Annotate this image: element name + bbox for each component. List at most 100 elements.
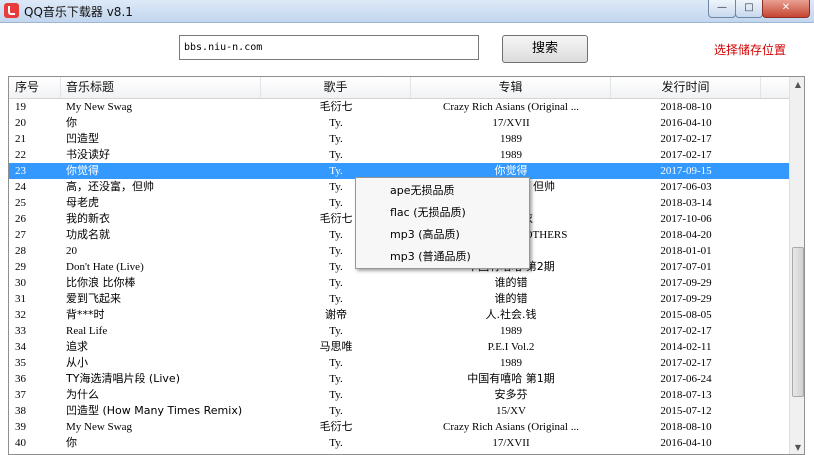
cell-artist: 毛衍七	[319, 100, 353, 113]
cell-artist: 谢帝	[325, 308, 347, 321]
cell-title: 功成名就	[66, 228, 110, 241]
cell-artist: Ty.	[329, 277, 343, 289]
cell-index: 37	[15, 389, 26, 401]
cell-album: 中国有嘻哈 第1期	[467, 372, 555, 385]
cell-index: 27	[15, 229, 26, 241]
cell-title: 20	[66, 245, 77, 257]
cell-title: 比你浪 比你棒	[66, 276, 136, 289]
cell-title: TY海选清唱片段 (Live)	[66, 372, 180, 385]
search-button[interactable]: 搜索	[502, 35, 588, 63]
cell-date: 2017-10-06	[660, 213, 712, 225]
table-row[interactable]: 40 你 Ty. 17/XVII 2016-04-10	[9, 435, 789, 451]
cell-album: Crazy Rich Asians (Original ...	[443, 101, 579, 113]
cell-date: 2017-02-17	[660, 325, 712, 337]
table-row[interactable]: 33 Real Life Ty. 1989 2017-02-17	[9, 323, 789, 339]
cell-date: 2018-08-10	[660, 101, 712, 113]
cell-index: 31	[15, 293, 26, 305]
cell-date: 2018-03-14	[660, 197, 712, 209]
cell-album: P.E.I Vol.2	[487, 341, 535, 353]
cell-artist: Ty.	[329, 373, 343, 385]
table-row[interactable]: 39 My New Swag 毛衍七 Crazy Rich Asians (Origi…	[9, 419, 789, 435]
cell-title: My New Swag	[66, 421, 132, 433]
table-row[interactable]: 35 从小 Ty. 1989 2017-02-17	[9, 355, 789, 371]
title-bar: QQ音乐下载器 v8.1 — □ ✕	[0, 0, 814, 23]
cell-title: My New Swag	[66, 101, 132, 113]
cell-index: 20	[15, 117, 26, 129]
cell-date: 2017-09-15	[660, 165, 712, 177]
close-button[interactable]: ✕	[762, 0, 810, 18]
cell-album: 17/XVII	[492, 117, 530, 129]
table-row[interactable]: 22 书没读好 Ty. 1989 2017-02-17	[9, 147, 789, 163]
cell-title: 你	[66, 436, 77, 449]
menu-item-mp3-normal[interactable]: mp3 (普通品质)	[390, 246, 471, 268]
cell-date: 2018-08-10	[660, 421, 712, 433]
table-row[interactable]: 20 你 Ty. 17/XVII 2016-04-10	[9, 115, 789, 131]
cell-index: 40	[15, 437, 26, 449]
cell-album: 15/XV	[496, 405, 526, 417]
table-row[interactable]: 31 爱到飞起来 Ty. 谁的错 2017-09-29	[9, 291, 789, 307]
column-header-index[interactable]: 序号	[9, 77, 61, 98]
table-row[interactable]: 30 比你浪 比你棒 Ty. 谁的错 2017-09-29	[9, 275, 789, 291]
cell-index: 21	[15, 133, 26, 145]
list-rows: 19 My New Swag 毛衍七 Crazy Rich Asians (Origi…	[9, 99, 789, 451]
cell-index: 32	[15, 309, 26, 321]
cell-album: 17/XVII	[492, 437, 530, 449]
app-window: QQ音乐下载器 v8.1 — □ ✕ bbs.niu-n.com 搜索 选择储存…	[0, 0, 814, 455]
scroll-down-icon[interactable]: ▼	[790, 440, 804, 454]
cell-date: 2017-09-29	[660, 277, 712, 289]
cell-title: 你	[66, 116, 77, 129]
table-row[interactable]: 21 凹造型 Ty. 1989 2017-02-17	[9, 131, 789, 147]
cell-date: 2017-06-24	[660, 373, 712, 385]
cell-date: 2018-07-13	[660, 389, 712, 401]
table-row[interactable]: 32 背***时 谢帝 人.社会.钱 2015-08-05	[9, 307, 789, 323]
cell-artist: Ty.	[329, 357, 343, 369]
column-header-title[interactable]: 音乐标题	[61, 77, 261, 98]
menu-item-mp3-high[interactable]: mp3 (高品质)	[390, 224, 460, 246]
cell-date: 2018-04-20	[660, 229, 712, 241]
table-row[interactable]: 36 TY海选清唱片段 (Live) Ty. 中国有嘻哈 第1期 2017-06-24	[9, 371, 789, 387]
table-row[interactable]: 38 凹造型 (How Many Times Remix) Ty. 15/XV 2015…	[9, 403, 789, 419]
minimize-button[interactable]: —	[708, 0, 736, 18]
cell-index: 29	[15, 261, 26, 273]
cell-artist: Ty.	[329, 149, 343, 161]
cell-index: 26	[15, 213, 26, 225]
scroll-thumb[interactable]	[792, 247, 804, 397]
cell-index: 22	[15, 149, 26, 161]
cell-index: 19	[15, 101, 26, 113]
cell-album: 谁的错	[494, 276, 528, 289]
table-row[interactable]: 34 追求 马思唯 P.E.I Vol.2 2014-02-11	[9, 339, 789, 355]
column-header-album[interactable]: 专辑	[411, 77, 611, 98]
maximize-button[interactable]: □	[735, 0, 763, 18]
column-header-artist[interactable]: 歌手	[261, 77, 411, 98]
music-app-icon	[4, 3, 19, 18]
cell-title: 爱到飞起来	[66, 292, 121, 305]
menu-item-flac[interactable]: flac (无损品质)	[390, 202, 466, 224]
cell-date: 2017-09-29	[660, 293, 712, 305]
cell-artist: Ty.	[329, 437, 343, 449]
column-header-date[interactable]: 发行时间	[611, 77, 761, 98]
cell-index: 23	[15, 165, 26, 177]
list-header: 序号 音乐标题 歌手 专辑 发行时间	[9, 77, 789, 99]
save-location-link[interactable]: 选择储存位置	[714, 41, 786, 58]
cell-date: 2017-02-17	[660, 149, 712, 161]
cell-index: 36	[15, 373, 26, 385]
cell-date: 2017-06-03	[660, 181, 712, 193]
cell-album: 人.社会.钱	[485, 308, 537, 321]
cell-artist: Ty.	[329, 133, 343, 145]
menu-item-ape[interactable]: ape无损品质	[390, 180, 455, 202]
scroll-up-icon[interactable]: ▲	[790, 77, 804, 93]
cell-date: 2014-02-11	[660, 341, 712, 353]
cell-artist: Ty.	[329, 325, 343, 337]
cell-title: 书没读好	[66, 148, 110, 161]
cell-date: 2016-04-10	[660, 437, 712, 449]
cell-date: 2015-08-05	[660, 309, 712, 321]
cell-album: Crazy Rich Asians (Original ...	[443, 421, 579, 433]
table-row[interactable]: 37 为什么 Ty. 安多芬 2018-07-13	[9, 387, 789, 403]
table-row[interactable]: 19 My New Swag 毛衍七 Crazy Rich Asians (Origi…	[9, 99, 789, 115]
cell-title: Don't Hate (Live)	[66, 261, 144, 273]
cell-index: 34	[15, 341, 26, 353]
vertical-scrollbar[interactable]: ▲ ▼	[789, 77, 804, 454]
search-input[interactable]: bbs.niu-n.com	[179, 35, 479, 60]
cell-artist: 毛衍七	[319, 420, 353, 433]
cell-index: 24	[15, 181, 26, 193]
